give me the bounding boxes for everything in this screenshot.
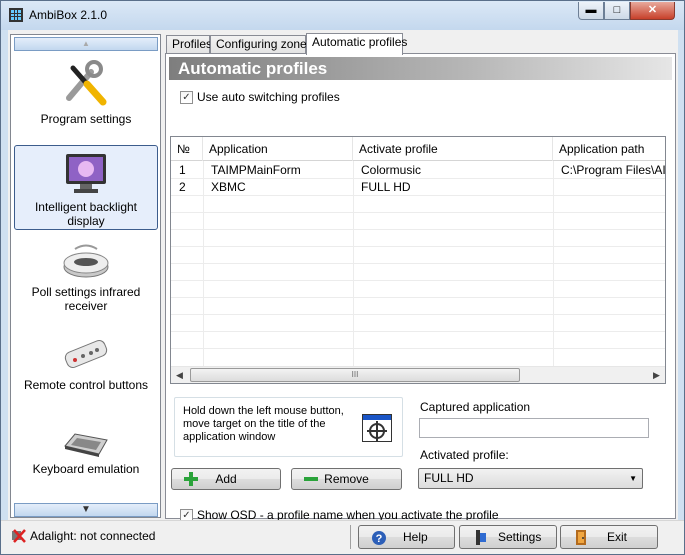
svg-text:?: ? [376,533,383,545]
grid-line [171,280,665,281]
add-button-label: Add [215,472,237,486]
sidebar-item-remote-control[interactable]: Remote control buttons [14,337,158,407]
column-header-application[interactable]: Application [203,137,353,161]
settings-button-label: Settings [498,530,542,544]
sidebar-item-label: Intelligent backlight display [34,200,138,228]
exit-button[interactable]: Exit [560,525,658,549]
minus-icon [304,472,318,486]
tab-automatic-profiles[interactable]: Automatic profiles [306,33,407,55]
sidebar-item-keyboard-emulation[interactable]: Keyboard emulation [14,427,158,489]
cell-number: 1 [179,163,186,177]
ir-receiver-icon [63,244,109,278]
cell-number: 2 [179,180,186,194]
scroll-left-button[interactable]: ◀ [171,367,188,383]
sidebar-item-program-settings[interactable]: Program settings [14,57,158,137]
sidebar-item-label: Remote control buttons [23,378,149,392]
sidebar-item-label: Poll settings infrared receiver [31,285,141,313]
close-button[interactable]: ✕ [630,2,675,20]
sidebar: ▲ Program settings Intelligent backlight… [10,34,161,518]
column-header-application-path[interactable]: Application path [553,137,665,161]
cell-application: TAIMPMainForm [211,163,301,177]
disconnected-icon [12,529,26,543]
plus-icon [184,472,198,486]
remove-button[interactable]: Remove [291,468,402,490]
grid-line [171,212,665,213]
crosshair-target-icon[interactable] [362,414,392,442]
sidebar-item-label: Keyboard emulation [32,462,140,476]
scroll-right-button[interactable]: ▶ [648,367,665,383]
app-window: AmbiBox 2.1.0 ▬ □ ✕ ▲ Program settings I… [0,0,685,555]
grid-line [171,263,665,264]
cell-activate-profile: FULL HD [361,180,411,194]
tab-profiles[interactable]: Profiles [166,35,212,54]
add-button[interactable]: Add [171,468,281,490]
captured-application-field[interactable] [419,418,649,438]
tab-configuring-zones[interactable]: Configuring zones [210,35,313,54]
grid-line [171,229,665,230]
sidebar-item-poll-ir-receiver[interactable]: Poll settings infrared receiver [14,240,158,322]
window-title: AmbiBox 2.1.0 [29,8,108,22]
horizontal-scrollbar[interactable]: ◀ III ▶ [171,366,665,383]
grid-line [171,331,665,332]
table-row[interactable]: 1 TAIMPMainForm Colormusic C:\Program Fi… [171,162,665,179]
activated-profile-label: Activated profile: [420,448,509,462]
table-row[interactable]: 2 XBMC FULL HD [171,179,665,196]
minimize-button[interactable]: ▬ [578,2,604,20]
grid-line [171,314,665,315]
chevron-down-icon: ▼ [629,474,637,483]
use-auto-switching-label[interactable]: Use auto switching profiles [197,90,340,104]
grid-line [171,297,665,298]
status-separator [350,525,351,549]
exit-button-label: Exit [607,530,628,544]
connection-status: Adalight: not connected [30,529,156,543]
title-bar: AmbiBox 2.1.0 ▬ □ ✕ [1,1,684,30]
cell-application-path [553,179,665,196]
grid-line [171,246,665,247]
settings-button[interactable]: Settings [459,525,557,549]
cell-application-path: C:\Program Files\AIMP [561,163,665,177]
use-auto-switching-checkbox[interactable]: ✓ [180,91,193,104]
remote-control-icon [64,340,108,368]
sidebar-scroll-up-button[interactable]: ▲ [14,37,158,51]
cell-activate-profile: Colormusic [361,163,422,177]
settings-icon [476,530,486,545]
captured-application-label: Captured application [420,400,531,414]
help-button-label: Help [403,530,428,544]
keyboard-icon [64,433,108,457]
column-header-number[interactable]: № [171,137,203,161]
client-area: ▲ Program settings Intelligent backlight… [8,30,678,522]
help-button[interactable]: ? Help [358,525,455,549]
automatic-profiles-panel: Automatic profiles ✓ Use auto switching … [165,53,676,522]
activated-profile-select[interactable]: FULL HD ▼ [418,468,643,489]
sidebar-item-intelligent-backlight[interactable]: Intelligent backlight display [14,145,158,230]
activated-profile-value: FULL HD [424,471,474,485]
target-hint-text: Hold down the left mouse button, move ta… [183,405,344,443]
target-hint-box: Hold down the left mouse button, move ta… [174,397,403,457]
cell-application: XBMC [211,180,246,194]
grid-line [171,348,665,349]
profiles-table[interactable]: № Application Activate profile Applicati… [170,136,666,384]
tools-icon [66,60,107,106]
help-icon: ? [372,531,386,545]
column-header-activate-profile[interactable]: Activate profile [353,137,553,161]
panel-title: Automatic profiles [169,57,672,80]
table-header: № Application Activate profile Applicati… [171,137,665,161]
maximize-button[interactable]: □ [604,2,630,20]
sidebar-scroll-down-button[interactable]: ▼ [14,503,158,517]
sidebar-item-label: Program settings [40,112,132,126]
remove-button-label: Remove [324,472,369,486]
exit-door-icon [576,530,586,545]
app-icon [9,8,23,22]
monitor-icon [66,154,106,193]
scroll-thumb[interactable]: III [190,368,520,382]
status-bar: Adalight: not connected ? Help Settings … [1,520,684,554]
